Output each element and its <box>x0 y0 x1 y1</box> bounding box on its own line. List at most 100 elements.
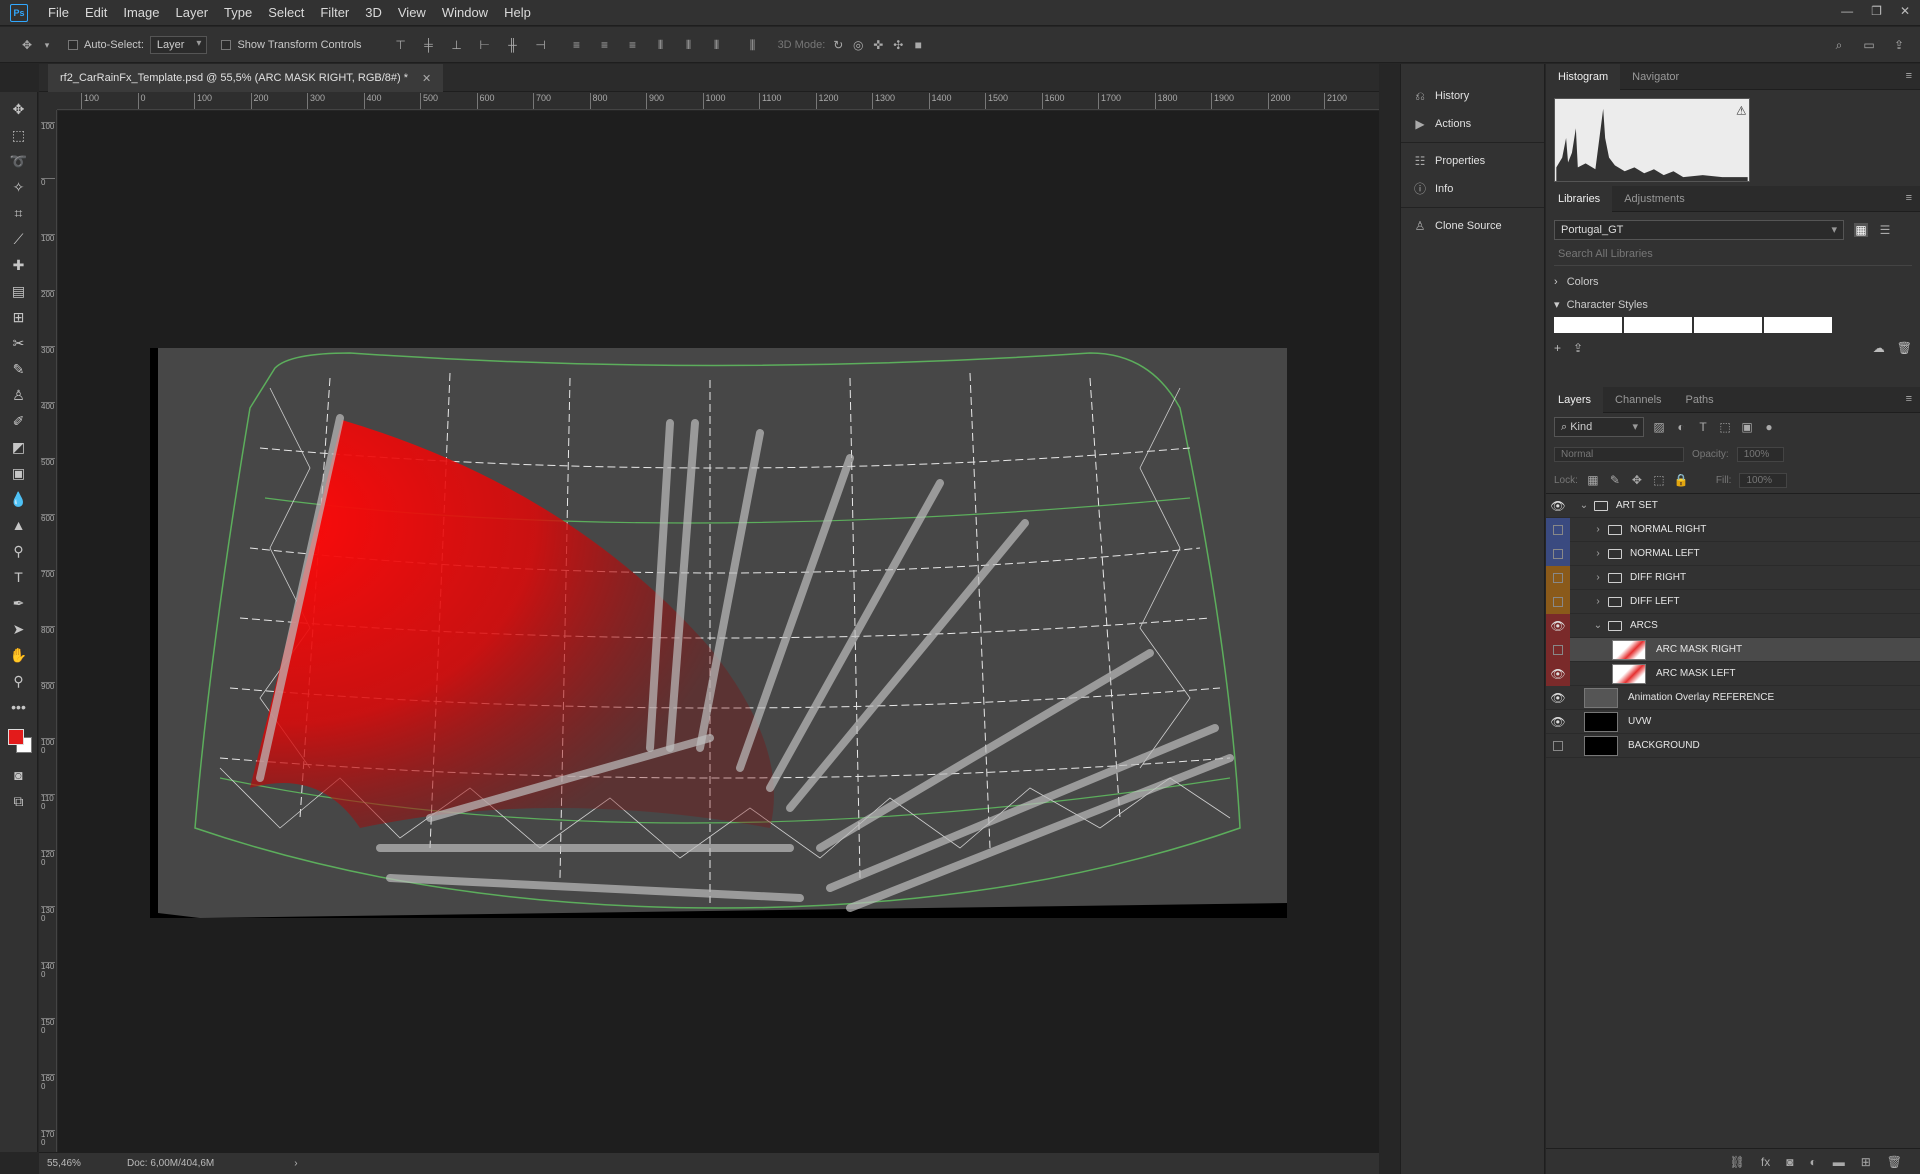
lock-position-icon[interactable]: ✥ <box>1630 473 1644 487</box>
zoom-level[interactable]: 55,46% <box>47 1158 107 1169</box>
character-style-swatch[interactable] <box>1554 317 1622 333</box>
layer-row[interactable]: › DIFF LEFT <box>1546 589 1920 614</box>
screen-mode-icon[interactable]: ⧉ <box>6 789 32 813</box>
blur-tool-icon[interactable]: 💧 <box>6 487 32 511</box>
crop-tool-icon[interactable]: ⌗ <box>6 201 32 225</box>
content-aware-icon[interactable]: ⊞ <box>6 305 32 329</box>
marquee-tool-icon[interactable]: ⬚ <box>6 123 32 147</box>
trash-icon[interactable]: 🗑 <box>1897 341 1912 355</box>
visibility-toggle[interactable] <box>1546 517 1570 542</box>
fill-input[interactable]: 100% <box>1739 472 1788 488</box>
character-style-swatch[interactable] <box>1764 317 1832 333</box>
character-style-swatch[interactable] <box>1624 317 1692 333</box>
list-view-icon[interactable]: ☰ <box>1878 223 1892 237</box>
eye-icon[interactable]: 👁 <box>1546 613 1570 638</box>
align-hcenter-icon[interactable]: ╫ <box>506 38 520 52</box>
adjustment-filter-icon[interactable]: ◐ <box>1674 420 1688 434</box>
shape-filter-icon[interactable]: ⬚ <box>1718 420 1732 434</box>
layer-row[interactable]: › NORMAL RIGHT <box>1546 517 1920 542</box>
upload-icon[interactable]: ⇪ <box>1573 341 1583 355</box>
canvas-area[interactable] <box>58 111 1379 1152</box>
lasso-tool-icon[interactable]: ➰ <box>6 149 32 173</box>
layer-row[interactable]: ARC MASK RIGHT <box>1546 637 1920 662</box>
new-group-icon[interactable]: ▬ <box>1833 1155 1845 1169</box>
align-bottom-icon[interactable]: ⊥ <box>450 38 464 52</box>
magic-wand-icon[interactable]: ✧ <box>6 175 32 199</box>
visibility-toggle[interactable] <box>1546 734 1570 758</box>
menu-help[interactable]: Help <box>496 0 539 26</box>
pen-tool-icon[interactable]: ✒ <box>6 591 32 615</box>
tab-channels[interactable]: Channels <box>1603 387 1673 413</box>
panel-menu-icon[interactable]: ≡ <box>1906 192 1912 204</box>
minimize-icon[interactable]: — <box>1841 4 1853 18</box>
stamp-tool-icon[interactable]: ♙ <box>6 383 32 407</box>
align-top-icon[interactable]: ⊤ <box>394 38 408 52</box>
lock-artboard-icon[interactable]: ⬚ <box>1652 473 1666 487</box>
layer-row[interactable]: 👁 ⌄ ART SET <box>1546 494 1920 518</box>
auto-select-checkbox[interactable] <box>68 39 78 50</box>
show-transform-checkbox[interactable] <box>221 39 232 50</box>
dodge-tool-icon[interactable]: ⚲ <box>6 539 32 563</box>
panel-clone-source[interactable]: ♙ Clone Source <box>1401 212 1544 240</box>
chevron-right-icon[interactable]: › <box>1592 548 1604 559</box>
3d-roll-icon[interactable]: ◎ <box>851 38 865 52</box>
auto-align-icon[interactable]: ⫼ <box>746 38 760 52</box>
close-tab-icon[interactable]: ✕ <box>422 72 431 85</box>
menu-edit[interactable]: Edit <box>77 0 115 26</box>
tab-histogram[interactable]: Histogram <box>1546 63 1621 90</box>
adjustment-layer-icon[interactable]: ◐ <box>1809 1155 1816 1169</box>
new-layer-icon[interactable]: ⊞ <box>1861 1155 1871 1169</box>
filter-toggle-icon[interactable]: ● <box>1762 420 1776 434</box>
restore-icon[interactable]: ❐ <box>1871 4 1882 18</box>
layer-row[interactable]: › NORMAL LEFT <box>1546 541 1920 566</box>
menu-layer[interactable]: Layer <box>168 0 217 26</box>
add-icon[interactable]: + <box>1554 341 1561 355</box>
menu-image[interactable]: Image <box>115 0 167 26</box>
character-style-swatch[interactable] <box>1694 317 1762 333</box>
distribute-hcenter-icon[interactable]: ⦀ <box>682 38 696 52</box>
layer-row[interactable]: 👁 Animation Overlay REFERENCE <box>1546 686 1920 710</box>
add-mask-icon[interactable]: ◙ <box>1786 1155 1793 1169</box>
more-tools-icon[interactable]: ••• <box>6 695 32 719</box>
panel-info[interactable]: ⓘ Info <box>1401 175 1544 203</box>
library-section-character-styles[interactable]: ▾ Character Styles <box>1554 298 1912 311</box>
3d-pan-icon[interactable]: ✜ <box>871 38 885 52</box>
link-layers-icon[interactable]: ⛓ <box>1730 1155 1745 1169</box>
document-canvas[interactable] <box>150 348 1287 918</box>
layer-kind-filter[interactable]: ⌕ Kind <box>1554 417 1644 437</box>
smart-object-filter-icon[interactable]: ▣ <box>1740 420 1754 434</box>
layer-row[interactable]: 👁 UVW <box>1546 710 1920 734</box>
horizontal-ruler[interactable]: 100 0 100 200 300 400 500 600 700 800 900 1000 1100 1… <box>57 92 1379 110</box>
grid-view-icon[interactable]: ▦ <box>1854 223 1868 237</box>
eyedropper-icon[interactable]: ⟋ <box>6 227 32 251</box>
menu-file[interactable]: File <box>40 0 77 26</box>
menu-type[interactable]: Type <box>216 0 260 26</box>
tab-libraries[interactable]: Libraries <box>1546 185 1613 212</box>
chevron-down-icon[interactable]: ▾ <box>40 38 54 52</box>
eye-icon[interactable]: 👁 <box>1546 661 1570 686</box>
panel-menu-icon[interactable]: ≡ <box>1906 70 1912 82</box>
sharpen-tool-icon[interactable]: ▲ <box>6 513 32 537</box>
document-tab[interactable]: rf2_CarRainFx_Template.psd @ 55,5% (ARC … <box>48 64 444 92</box>
fx-icon[interactable]: fx <box>1761 1155 1770 1169</box>
foreground-color-swatch[interactable] <box>7 729 24 745</box>
type-filter-icon[interactable]: T <box>1696 420 1710 434</box>
visibility-toggle[interactable] <box>1546 541 1570 566</box>
lock-paint-icon[interactable]: ✎ <box>1608 473 1622 487</box>
share-icon[interactable]: ⇪ <box>1892 38 1906 52</box>
eraser-tool-icon[interactable]: ◩ <box>6 435 32 459</box>
layer-row[interactable]: BACKGROUND <box>1546 734 1920 758</box>
healing-brush-icon[interactable]: ✚ <box>6 253 32 277</box>
menu-view[interactable]: View <box>390 0 434 26</box>
tab-adjustments[interactable]: Adjustments <box>1612 186 1697 212</box>
chevron-right-icon[interactable]: › <box>1592 596 1604 607</box>
gradient-tool-icon[interactable]: ▣ <box>6 461 32 485</box>
chevron-down-icon[interactable]: ⌄ <box>1578 500 1590 511</box>
workspace-icon[interactable]: ▭ <box>1862 38 1876 52</box>
panel-actions[interactable]: ▶ Actions <box>1401 110 1544 138</box>
auto-select-dropdown[interactable]: Layer <box>149 35 208 54</box>
vertical-ruler[interactable]: 100 0 100 200 300 400 500 600 700 800 900 1000 1100 1… <box>39 110 57 1152</box>
zoom-tool-icon[interactable]: ⚲ <box>6 669 32 693</box>
chevron-down-icon[interactable]: ⌄ <box>1592 620 1604 631</box>
path-select-icon[interactable]: ➤ <box>6 617 32 641</box>
